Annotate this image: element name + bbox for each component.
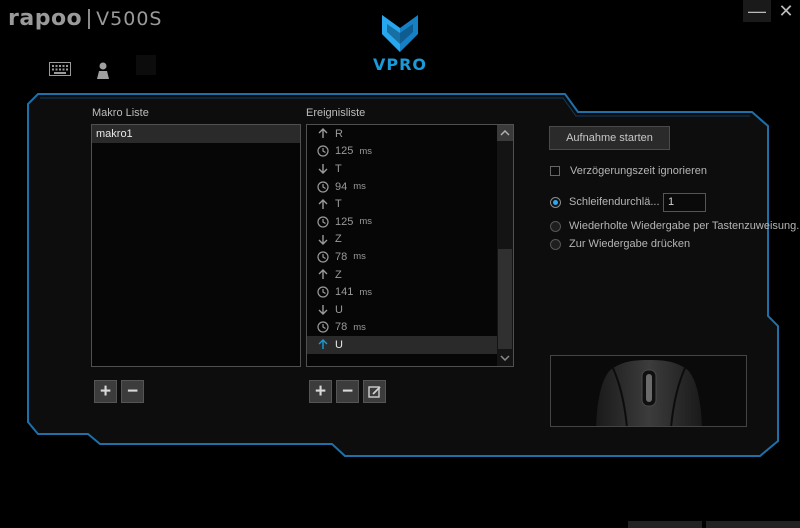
scroll-thumb[interactable] (498, 249, 512, 349)
keyboard-icon (49, 62, 71, 76)
edit-event-button[interactable] (363, 380, 386, 403)
event-row[interactable]: R (307, 125, 513, 143)
vpro-wordmark: VPRO (372, 55, 428, 74)
edit-icon (367, 385, 381, 398)
brand-separator (88, 8, 91, 29)
clock-icon (316, 286, 330, 298)
clock-icon (316, 321, 330, 333)
clock-icon (316, 216, 330, 228)
event-row[interactable]: 78 ms (307, 248, 513, 266)
key-up-arrow-icon (316, 198, 330, 210)
event-key: Z (335, 233, 342, 246)
event-row[interactable]: Z (307, 231, 513, 249)
repeat-mode-radio[interactable] (550, 220, 561, 232)
key-up-arrow-icon (316, 339, 330, 350)
vpro-emblem-icon (382, 15, 418, 52)
remove-macro-button[interactable]: − (121, 380, 144, 403)
repeat-mode-option[interactable]: Wiederholte Wiedergabe per Tastenzuweisu… (550, 220, 800, 232)
scroll-up-button[interactable] (497, 125, 513, 141)
add-event-button[interactable]: + (309, 380, 332, 403)
event-delay-value: 94 (335, 180, 348, 193)
press-mode-radio[interactable] (550, 238, 561, 250)
clock-icon (316, 251, 330, 263)
event-key: R (335, 127, 343, 140)
event-row[interactable]: 125 ms (307, 213, 513, 231)
key-up-arrow-icon (316, 128, 330, 139)
event-delay-unit: ms (353, 251, 366, 263)
key-down-arrow-icon (316, 304, 330, 316)
loop-mode-radio[interactable] (550, 196, 561, 208)
vpro-logo: VPRO (365, 12, 435, 74)
macro-list[interactable]: makro1 (91, 124, 301, 367)
event-row[interactable]: 78 ms (307, 319, 513, 337)
loop-count-input[interactable]: 1 (663, 193, 706, 212)
clock-icon (316, 180, 330, 193)
event-row[interactable]: U (307, 336, 513, 354)
key-up-arrow-icon (316, 269, 330, 280)
event-delay-value: 125 (335, 145, 354, 158)
tab-extra[interactable] (136, 55, 156, 75)
remove-event-button[interactable]: − (336, 380, 359, 403)
event-row[interactable]: T (307, 195, 513, 213)
repeat-mode-label: Wiederholte Wiedergabe per Tastenzuweisu… (569, 220, 800, 232)
event-list-scrollbar[interactable] (497, 125, 513, 366)
event-delay-unit: ms (359, 216, 373, 228)
person-icon (97, 62, 109, 79)
event-row[interactable]: Z (307, 266, 513, 284)
event-row[interactable]: 94 ms (307, 178, 513, 196)
tab-profile[interactable] (95, 62, 111, 85)
scroll-down-button[interactable] (497, 350, 513, 366)
minimize-button[interactable]: — (743, 0, 771, 22)
event-row[interactable]: 141 ms (307, 283, 513, 301)
event-key: U (335, 338, 343, 351)
macro-list-item[interactable]: makro1 (92, 125, 300, 143)
press-mode-label: Zur Wiedergabe drücken (569, 238, 691, 250)
ignore-delay-label: Verzögerungszeit ignorieren (570, 165, 707, 177)
event-row[interactable]: 125 ms (307, 143, 513, 161)
chevron-up-icon (500, 130, 510, 136)
event-key: Z (335, 268, 342, 281)
mouse-image (596, 360, 702, 426)
clock-icon (316, 145, 330, 157)
key-down-arrow-icon (316, 234, 330, 245)
ignore-delay-option[interactable]: Verzögerungszeit ignorieren (550, 165, 707, 177)
mouse-preview (550, 355, 747, 427)
event-row[interactable]: U (307, 301, 513, 319)
event-delay-unit: ms (359, 286, 373, 298)
model-name: V500S (96, 7, 163, 30)
rapoo-logo: rapoo (8, 6, 83, 31)
event-delay-unit: ms (359, 145, 373, 157)
key-down-arrow-icon (316, 163, 330, 175)
event-key: T (335, 162, 342, 175)
event-key: U (335, 303, 343, 316)
tab-keyboard[interactable] (49, 62, 71, 81)
event-delay-value: 78 (335, 321, 348, 334)
status-bar-segment (628, 521, 702, 528)
event-list-label: Ereignisliste (306, 107, 366, 119)
loop-mode-option[interactable]: Schleifendurchlä... (550, 196, 660, 208)
event-list[interactable]: R 125 ms T 94 ms T 125 ms Z 78 ms Z 141 ms U 78 ms U (306, 124, 514, 367)
event-key: T (335, 198, 342, 211)
event-delay-value: 141 (335, 286, 354, 299)
close-button[interactable]: ✕ (772, 0, 800, 22)
add-macro-button[interactable]: + (94, 380, 117, 403)
loop-mode-label: Schleifendurchlä... (569, 196, 660, 208)
event-row[interactable]: T (307, 160, 513, 178)
press-mode-option[interactable]: Zur Wiedergabe drücken (550, 238, 690, 250)
ignore-delay-checkbox[interactable] (550, 166, 560, 176)
chevron-down-icon (500, 355, 510, 361)
start-recording-button[interactable]: Aufnahme starten (549, 126, 670, 150)
app-brand: rapoo V500S (8, 6, 163, 31)
event-delay-value: 125 (335, 215, 354, 228)
macro-list-label: Makro Liste (92, 107, 149, 119)
event-delay-value: 78 (335, 250, 348, 263)
event-delay-unit: ms (353, 321, 366, 333)
event-delay-unit: ms (353, 181, 366, 193)
status-bar-segment (706, 521, 800, 528)
